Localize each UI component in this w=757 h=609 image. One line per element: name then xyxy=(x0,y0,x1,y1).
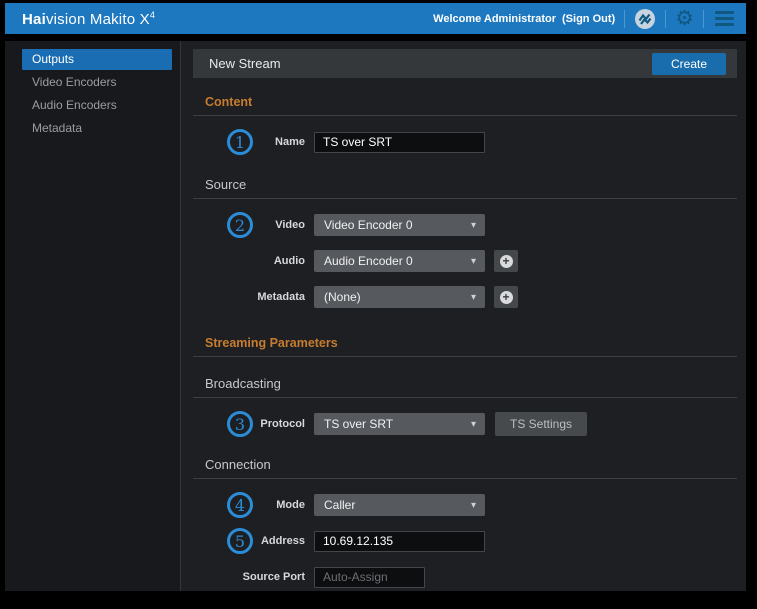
metadata-label: Metadata xyxy=(193,291,305,303)
audio-select-value: Audio Encoder 0 xyxy=(324,254,413,268)
section-streaming-heading: Streaming Parameters xyxy=(193,336,737,357)
source-port-input[interactable] xyxy=(314,567,425,588)
top-header: Haivision Makito X4 Welcome Administrato… xyxy=(5,3,746,34)
page-title: New Stream xyxy=(209,56,281,71)
sidebar-item-video-encoders[interactable]: Video Encoders xyxy=(22,72,172,93)
step-4-badge: 4 xyxy=(227,492,253,518)
divider xyxy=(703,10,704,28)
add-audio-button[interactable]: + xyxy=(494,250,518,272)
source-port-label: Source Port xyxy=(193,571,305,583)
divider xyxy=(665,10,666,28)
video-select[interactable]: Video Encoder 0 ▾ xyxy=(314,214,485,236)
app-window: Haivision Makito X4 Welcome Administrato… xyxy=(5,3,746,591)
chevron-down-icon: ▾ xyxy=(471,220,476,231)
step-1-badge: 1 xyxy=(227,129,253,155)
divider xyxy=(624,10,625,28)
header-actions: Welcome Administrator (Sign Out) ⚙ xyxy=(433,3,736,34)
sidebar-nav: Outputs Video Encoders Audio Encoders Me… xyxy=(5,41,180,591)
protocol-row: 3 Protocol TS over SRT ▾ TS Settings xyxy=(193,412,737,436)
chevron-down-icon: ▾ xyxy=(471,256,476,267)
section-source-heading: Source xyxy=(193,177,737,199)
panel-titlebar: New Stream Create xyxy=(193,49,737,78)
address-input[interactable] xyxy=(314,531,485,552)
mode-select-value: Caller xyxy=(324,498,355,512)
step-5-badge: 5 xyxy=(227,528,253,554)
ts-settings-button[interactable]: TS Settings xyxy=(495,412,587,436)
plus-icon: + xyxy=(500,291,513,304)
section-content-heading: Content xyxy=(193,95,737,116)
sidebar-item-metadata[interactable]: Metadata xyxy=(22,118,172,139)
chevron-down-icon: ▾ xyxy=(471,419,476,430)
brand-rest: vision Makito X xyxy=(46,11,150,28)
sign-out-link[interactable]: (Sign Out) xyxy=(562,13,615,25)
mode-select[interactable]: Caller ▾ xyxy=(314,494,485,516)
section-connection-heading: Connection xyxy=(193,457,737,479)
menu-hamburger-icon[interactable] xyxy=(713,9,736,28)
brand-sup: 4 xyxy=(150,10,155,20)
protocol-select[interactable]: TS over SRT ▾ xyxy=(314,413,485,435)
video-select-value: Video Encoder 0 xyxy=(324,218,413,232)
mode-row: 4 Mode Caller ▾ xyxy=(193,493,737,517)
audio-label: Audio xyxy=(193,255,305,267)
metadata-row: Metadata (None) ▾ + xyxy=(193,285,737,309)
video-row: 2 Video Video Encoder 0 ▾ xyxy=(193,213,737,237)
chevron-down-icon: ▾ xyxy=(471,500,476,511)
add-metadata-button[interactable]: + xyxy=(494,286,518,308)
metadata-select-value: (None) xyxy=(324,290,361,304)
chevron-down-icon: ▾ xyxy=(471,292,476,303)
metadata-select[interactable]: (None) ▾ xyxy=(314,286,485,308)
welcome-text: Welcome Administrator xyxy=(433,13,556,25)
audio-select[interactable]: Audio Encoder 0 ▾ xyxy=(314,250,485,272)
name-row: 1 Name xyxy=(193,130,737,154)
source-port-row: Source Port xyxy=(193,565,737,589)
settings-gear-icon[interactable]: ⚙ xyxy=(675,8,694,29)
create-button[interactable]: Create xyxy=(652,53,726,75)
sidebar-item-outputs[interactable]: Outputs xyxy=(22,49,172,70)
sidebar-item-audio-encoders[interactable]: Audio Encoders xyxy=(22,95,172,116)
brand-logo: Haivision Makito X4 xyxy=(22,10,155,28)
step-3-badge: 3 xyxy=(227,411,253,437)
name-input[interactable] xyxy=(314,132,485,153)
main-panel: New Stream Create Content 1 Name Source … xyxy=(181,41,746,591)
step-2-badge: 2 xyxy=(227,212,253,238)
section-broadcasting-heading: Broadcasting xyxy=(193,376,737,398)
plus-icon: + xyxy=(500,255,513,268)
haivision-status-icon[interactable] xyxy=(634,8,656,30)
protocol-select-value: TS over SRT xyxy=(324,417,393,431)
address-row: 5 Address xyxy=(193,529,737,553)
body-area: Outputs Video Encoders Audio Encoders Me… xyxy=(5,41,746,591)
audio-row: Audio Audio Encoder 0 ▾ + xyxy=(193,249,737,273)
brand-bold: Hai xyxy=(22,11,46,28)
